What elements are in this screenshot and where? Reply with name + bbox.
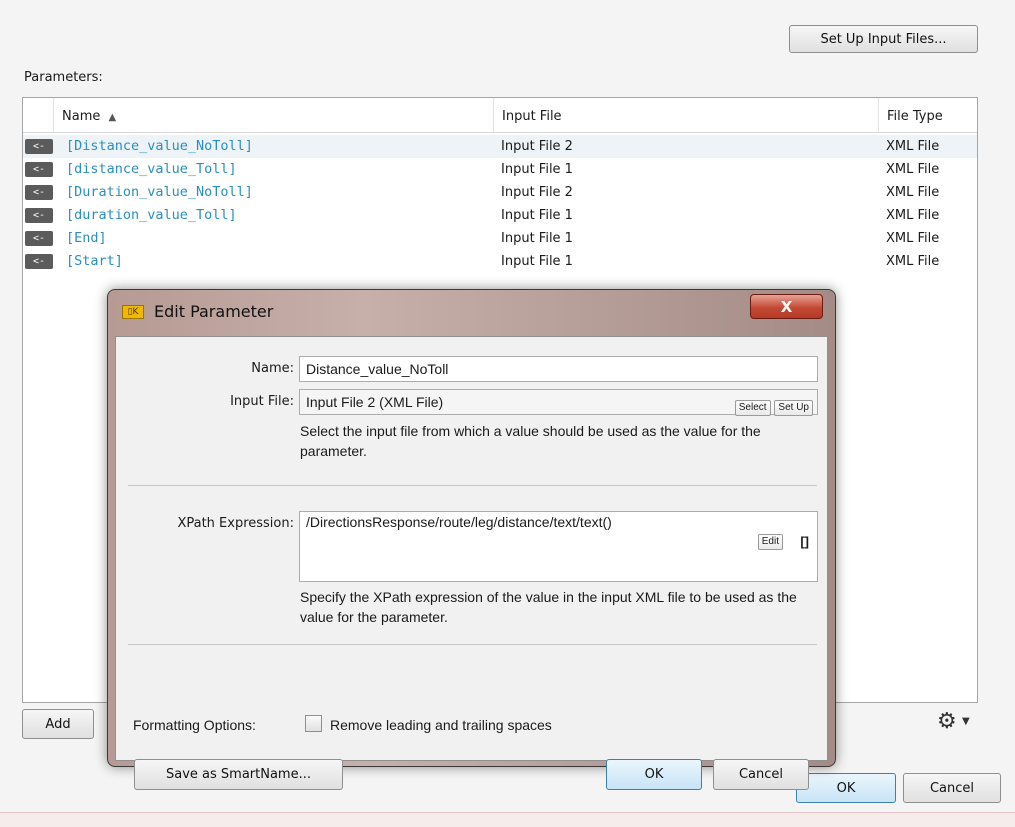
column-header-name-label: Name	[62, 109, 101, 124]
parameter-file-type: XML File	[886, 139, 940, 154]
input-file-value: Input File 2 (XML File)	[306, 394, 444, 410]
column-header-file-type[interactable]: File Type	[878, 98, 979, 133]
parameter-name: [Duration_value_NoToll]	[66, 184, 253, 200]
input-file-label: Input File:	[230, 394, 294, 409]
input-file-field: Input File 2 (XML File) Select Set Up	[299, 389, 818, 416]
table-row[interactable]: <- [Duration_value_NoToll] Input File 2 …	[23, 181, 977, 204]
table-header: Name ▲ Input File File Type	[23, 98, 977, 133]
edit-button[interactable]: Edit	[757, 534, 783, 550]
xpath-field[interactable]: /DirectionsResponse/route/leg/distance/t…	[299, 511, 818, 582]
xpath-value: /DirectionsResponse/route/leg/distance/t…	[306, 514, 612, 530]
parameter-input-file: Input File 2	[501, 139, 573, 154]
insert-parameter-button[interactable]: <-	[25, 208, 53, 223]
sort-ascending-icon: ▲	[108, 112, 117, 123]
parameter-file-type: XML File	[886, 185, 940, 200]
divider	[128, 485, 817, 486]
insert-parameter-button[interactable]: <-	[25, 185, 53, 200]
table-row[interactable]: <- [distance_value_Toll] Input File 1 XM…	[23, 158, 977, 181]
dialog-ok-button[interactable]: OK	[606, 759, 702, 790]
table-row[interactable]: <- [Start] Input File 1 XML File	[23, 250, 977, 273]
parameter-file-type: XML File	[886, 208, 940, 223]
edit-parameter-dialog: ▯K Edit Parameter X Name: Distance_value…	[107, 289, 836, 790]
parameter-input-file: Input File 1	[501, 254, 573, 269]
add-button[interactable]: Add	[22, 709, 94, 739]
parameter-name: [duration_value_Toll]	[66, 207, 237, 223]
parameter-name: [Distance_value_NoToll]	[66, 138, 253, 154]
parameter-file-type: XML File	[886, 231, 940, 246]
divider	[128, 644, 817, 645]
parameter-input-file: Input File 1	[501, 162, 573, 177]
parameter-name: [Start]	[66, 253, 123, 269]
parameter-file-type: XML File	[886, 162, 940, 177]
table-row[interactable]: <- [duration_value_Toll] Input File 1 XM…	[23, 204, 977, 227]
table-row[interactable]: <- [End] Input File 1 XML File	[23, 227, 977, 250]
parameter-name: [End]	[66, 230, 107, 246]
parameter-input-file: Input File 1	[501, 231, 573, 246]
ok-button[interactable]: OK	[796, 773, 896, 803]
save-as-smartname-button[interactable]: Save as SmartName...	[134, 759, 343, 790]
insert-parameter-button[interactable]: <-	[25, 139, 53, 154]
remove-spaces-checkbox[interactable]	[305, 715, 322, 732]
name-label: Name:	[251, 361, 294, 376]
insert-parameter-button[interactable]: <-	[25, 231, 53, 246]
xpath-label: XPath Expression:	[177, 516, 294, 531]
parameter-file-type: XML File	[886, 254, 940, 269]
table-row[interactable]: <- [Distance_value_NoToll] Input File 2 …	[23, 135, 977, 158]
dialog-title: Edit Parameter	[154, 302, 274, 321]
parameter-input-file: Input File 2	[501, 185, 573, 200]
chevron-down-icon[interactable]: ▼	[962, 716, 970, 727]
input-file-help: Select the input file from which a value…	[300, 423, 761, 459]
set-up-input-files-button[interactable]: Set Up Input Files...	[789, 25, 978, 53]
cancel-button[interactable]: Cancel	[903, 773, 1001, 803]
brackets-icon[interactable]: []	[800, 534, 809, 549]
name-field[interactable]: Distance_value_NoToll	[299, 356, 818, 382]
formatting-options-label: Formatting Options:	[133, 717, 256, 733]
set-up-button[interactable]: Set Up	[774, 400, 813, 416]
select-button[interactable]: Select	[734, 400, 771, 416]
column-header-input-file[interactable]: Input File	[493, 98, 878, 133]
parameters-label: Parameters:	[24, 70, 103, 85]
status-strip	[0, 812, 1015, 827]
parameter-input-file: Input File 1	[501, 208, 573, 223]
parameter-icon: ▯K	[122, 305, 144, 319]
dialog-cancel-button[interactable]: Cancel	[713, 759, 809, 790]
close-button[interactable]: X	[750, 294, 823, 319]
gear-icon[interactable]: ⚙	[937, 709, 957, 734]
parameter-name: [distance_value_Toll]	[66, 161, 237, 177]
xpath-help: Specify the XPath expression of the valu…	[300, 589, 797, 625]
insert-parameter-button[interactable]: <-	[25, 162, 53, 177]
remove-spaces-label: Remove leading and trailing spaces	[330, 717, 552, 733]
dialog-body: Name: Distance_value_NoToll Input File: …	[115, 336, 828, 790]
insert-parameter-button[interactable]: <-	[25, 254, 53, 269]
column-header-name[interactable]: Name ▲	[53, 98, 493, 133]
